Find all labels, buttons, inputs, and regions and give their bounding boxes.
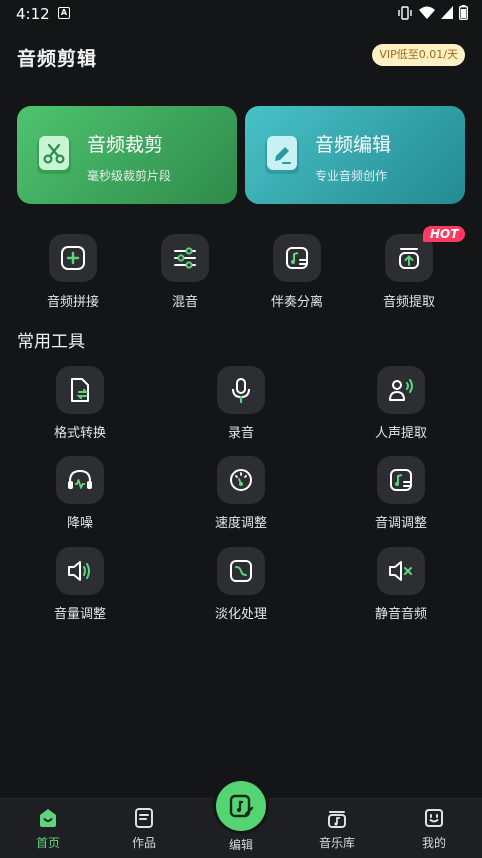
tool-label: 音调调整	[374, 516, 427, 531]
status-time: 4:12	[16, 5, 50, 23]
tool-icon-box	[56, 456, 104, 504]
status-icons	[397, 5, 468, 20]
wifi-icon	[419, 6, 435, 19]
quick-accompaniment-separate[interactable]: 伴奏分离	[247, 234, 347, 310]
sliders-icon	[174, 247, 196, 269]
tool-format-convert[interactable]: 格式转换	[25, 366, 135, 441]
tool-label: 音量调整	[53, 607, 106, 622]
nav-label: 作品	[131, 836, 156, 850]
quick-label: 音频提取	[382, 295, 435, 310]
pencil-icon	[265, 136, 299, 174]
quick-audio-join[interactable]: 音频拼接	[23, 234, 123, 310]
app-screen: 4:12 A 音频剪辑 VIP低至0.01/天 音频裁剪 毫秒级裁剪片段 音频编…	[0, 0, 482, 858]
quick-audio-extract[interactable]: HOT 音频提取	[359, 226, 466, 310]
volume-icon	[68, 561, 90, 581]
scissors-icon	[37, 136, 71, 174]
tool-label: 静音音频	[374, 607, 427, 622]
nav-works[interactable]: 作品	[96, 799, 192, 858]
profile-icon	[425, 809, 443, 827]
quick-label: 音频拼接	[46, 295, 99, 310]
tool-label: 格式转换	[53, 426, 106, 441]
tool-label: 淡化处理	[214, 607, 267, 622]
notification-icon: A	[58, 7, 70, 19]
vip-badge[interactable]: VIP低至0.01/天	[372, 44, 465, 66]
tool-icon-box	[56, 366, 104, 414]
extract-icon	[399, 248, 419, 269]
section-title: 常用工具	[17, 332, 85, 352]
tool-denoise[interactable]: 降噪	[25, 456, 135, 531]
tool-icon-box	[56, 547, 104, 595]
tool-fade[interactable]: 淡化处理	[186, 547, 296, 622]
headphones-icon	[68, 469, 92, 489]
hero-title: 音频编辑	[315, 134, 392, 156]
tool-label: 人声提取	[374, 426, 427, 441]
edit-music-icon	[229, 794, 254, 818]
tool-record[interactable]: 录音	[186, 366, 296, 441]
status-bar: 4:12 A	[0, 0, 482, 26]
nav-home[interactable]: 首页	[0, 799, 96, 858]
plus-box-icon	[61, 246, 85, 270]
tool-icon-box	[377, 547, 425, 595]
microphone-icon	[232, 378, 250, 404]
quick-label: 伴奏分离	[270, 295, 323, 310]
music-separate-icon	[286, 247, 308, 269]
home-icon	[40, 809, 56, 827]
nav-mine[interactable]: 我的	[386, 799, 482, 858]
quick-mix[interactable]: 混音	[135, 234, 235, 310]
nav-music-library[interactable]: 音乐库	[289, 799, 385, 858]
tool-icon-box	[217, 547, 265, 595]
voice-extract-icon	[389, 379, 413, 401]
tool-voice-extract[interactable]: 人声提取	[346, 366, 456, 441]
quick-icon-box	[273, 234, 321, 282]
quick-icon-box	[161, 234, 209, 282]
nav-label: 首页	[35, 836, 60, 850]
tool-label: 降噪	[66, 516, 93, 531]
nav-label: 音乐库	[318, 836, 355, 850]
fade-icon	[230, 560, 252, 582]
hot-badge: HOT	[423, 226, 466, 242]
music-library-icon	[328, 811, 346, 828]
hero-subtitle: 毫秒级裁剪片段	[87, 169, 172, 183]
tool-label: 速度调整	[214, 516, 267, 531]
quick-label: 混音	[171, 295, 198, 310]
edit-center-button[interactable]	[216, 781, 266, 831]
tool-label: 录音	[227, 426, 254, 441]
hero-card-audio-cut[interactable]: 音频裁剪 毫秒级裁剪片段	[17, 106, 237, 204]
hero-card-audio-edit[interactable]: 音频编辑 专业音频创作	[245, 106, 465, 204]
pitch-icon	[390, 469, 412, 491]
tool-volume-adjust[interactable]: 音量调整	[25, 547, 135, 622]
document-icon	[135, 808, 153, 828]
nav-label-edit: 编辑	[228, 838, 253, 852]
tool-icon-box	[377, 366, 425, 414]
battery-icon	[459, 5, 468, 20]
file-convert-icon	[71, 378, 89, 402]
tool-speed-adjust[interactable]: 速度调整	[186, 456, 296, 531]
hero-title: 音频裁剪	[87, 134, 164, 156]
tool-mute-audio[interactable]: 静音音频	[346, 547, 456, 622]
tool-icon-box	[217, 366, 265, 414]
mute-icon	[389, 561, 412, 581]
vibrate-icon	[398, 5, 412, 20]
app-title: 音频剪辑	[17, 48, 98, 70]
signal-icon	[441, 6, 453, 19]
tool-pitch-adjust[interactable]: 音调调整	[346, 456, 456, 531]
speedometer-icon	[230, 469, 252, 491]
tool-icon-box	[217, 456, 265, 504]
nav-label: 我的	[421, 836, 446, 850]
hero-subtitle: 专业音频创作	[315, 169, 388, 183]
tool-icon-box	[377, 456, 425, 504]
quick-icon-box	[49, 234, 97, 282]
